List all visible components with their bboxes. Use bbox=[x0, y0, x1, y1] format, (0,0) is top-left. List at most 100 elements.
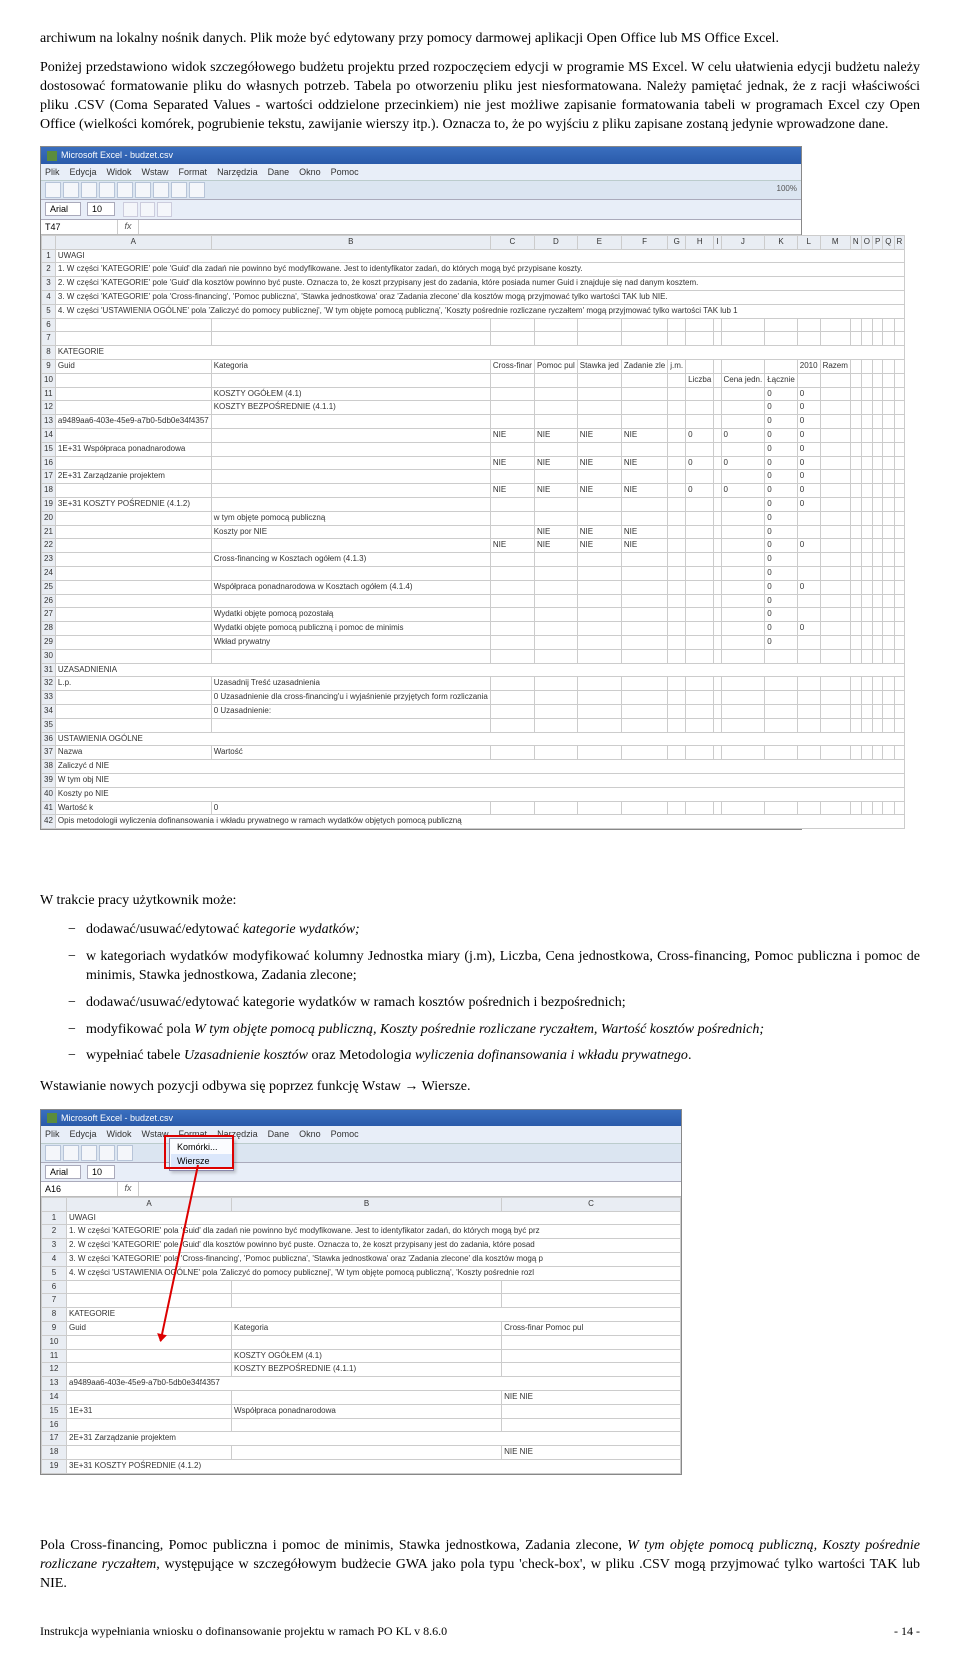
name-box: T47 bbox=[41, 220, 118, 234]
cell bbox=[686, 580, 714, 594]
table-row: 16NIENIENIENIE0000 bbox=[42, 456, 905, 470]
cell bbox=[211, 718, 490, 732]
cell bbox=[714, 511, 721, 525]
tb-cut-icon bbox=[117, 182, 133, 198]
cell: Koszty por NIE bbox=[211, 525, 490, 539]
cell bbox=[850, 539, 861, 553]
cell bbox=[714, 801, 721, 815]
font-name: Arial bbox=[45, 1165, 81, 1179]
cell: 0 bbox=[765, 608, 798, 622]
zoom-value: 100% bbox=[777, 184, 797, 195]
cell bbox=[721, 718, 765, 732]
cell bbox=[686, 691, 714, 705]
cell bbox=[861, 567, 872, 581]
cell bbox=[621, 677, 667, 691]
cell bbox=[894, 318, 905, 332]
menu-widok: Widok bbox=[107, 1128, 132, 1140]
table-row: 30 bbox=[42, 649, 905, 663]
table-row: 172E+31 Zarządzanie projektem bbox=[42, 1432, 681, 1446]
cell bbox=[820, 677, 850, 691]
row-head: 13 bbox=[42, 1377, 67, 1391]
table-row: 43. W części 'KATEGORIE' pola 'Cross-fin… bbox=[42, 1253, 681, 1267]
cell: 0 bbox=[765, 511, 798, 525]
cell bbox=[577, 649, 621, 663]
cell bbox=[686, 498, 714, 512]
row-head: 26 bbox=[42, 594, 56, 608]
col-head: G bbox=[668, 235, 686, 249]
cell bbox=[534, 677, 577, 691]
excel-screenshot-2: Microsoft Excel - budzet.csv PlikEdycjaW… bbox=[40, 1109, 682, 1475]
cell: Wydatki objęte pomocą publiczną i pomoc … bbox=[211, 622, 490, 636]
cell: 0 bbox=[797, 415, 820, 429]
cell bbox=[721, 580, 765, 594]
row-head: 20 bbox=[42, 511, 56, 525]
cell: 0 Uzasadnienie dla cross-financing'u i w… bbox=[211, 691, 490, 705]
col-head: P bbox=[872, 235, 882, 249]
cell bbox=[714, 704, 721, 718]
cell bbox=[872, 498, 882, 512]
cell bbox=[686, 718, 714, 732]
table-row: 41Wartość k0 bbox=[42, 801, 905, 815]
cell: NIE NIE bbox=[502, 1390, 681, 1404]
cell bbox=[490, 580, 534, 594]
cell bbox=[721, 677, 765, 691]
table-row: 31UZASADNIENIA bbox=[42, 663, 905, 677]
cell bbox=[490, 567, 534, 581]
cell bbox=[686, 511, 714, 525]
row-head: 8 bbox=[42, 1308, 67, 1322]
cell bbox=[721, 622, 765, 636]
row-head: 7 bbox=[42, 332, 56, 346]
table-row: 32. W części 'KATEGORIE' pole 'Guid' dla… bbox=[42, 1239, 681, 1253]
cell bbox=[577, 608, 621, 622]
menu-wstaw: Wstaw bbox=[142, 166, 169, 178]
cell: 4. W części 'USTAWIENIA OGÓLNE' pola 'Za… bbox=[67, 1266, 681, 1280]
cell: NIE bbox=[490, 539, 534, 553]
cell bbox=[534, 691, 577, 705]
cell bbox=[534, 801, 577, 815]
cell bbox=[714, 649, 721, 663]
table-row: 38Zaliczyć d NIE bbox=[42, 760, 905, 774]
cell bbox=[765, 318, 798, 332]
cell bbox=[686, 401, 714, 415]
cell bbox=[67, 1446, 232, 1460]
col-head: A bbox=[55, 235, 211, 249]
cell bbox=[67, 1390, 232, 1404]
row-head: 11 bbox=[42, 1349, 67, 1363]
cell bbox=[883, 498, 894, 512]
cell: KATEGORIE bbox=[55, 346, 904, 360]
cell bbox=[714, 608, 721, 622]
cell bbox=[872, 470, 882, 484]
cell bbox=[861, 373, 872, 387]
col-head: C bbox=[502, 1197, 681, 1211]
cell bbox=[668, 470, 686, 484]
cell bbox=[490, 649, 534, 663]
cell bbox=[621, 332, 667, 346]
cell bbox=[534, 635, 577, 649]
cell bbox=[872, 387, 882, 401]
format-toolbar: Arial 10 bbox=[41, 1163, 681, 1182]
row-head: 1 bbox=[42, 1211, 67, 1225]
cell bbox=[883, 484, 894, 498]
cell bbox=[721, 608, 765, 622]
cell bbox=[686, 553, 714, 567]
cell bbox=[714, 580, 721, 594]
cell: 2. W części 'KATEGORIE' pole 'Guid' dla … bbox=[67, 1239, 681, 1253]
cell bbox=[797, 691, 820, 705]
table-row: 13a9489aa6-403e-45e9-a7b0-5db0e34f4357 bbox=[42, 1377, 681, 1391]
cell bbox=[67, 1349, 232, 1363]
cell bbox=[577, 318, 621, 332]
cell bbox=[820, 332, 850, 346]
cell bbox=[872, 401, 882, 415]
cell bbox=[872, 801, 882, 815]
cell bbox=[797, 373, 820, 387]
row-head: 4 bbox=[42, 1253, 67, 1267]
cell bbox=[721, 415, 765, 429]
cell bbox=[686, 594, 714, 608]
cell bbox=[55, 594, 211, 608]
spreadsheet-grid: ABC1UWAGI21. W części 'KATEGORIE' pola '… bbox=[41, 1197, 681, 1474]
cell bbox=[211, 442, 490, 456]
table-row: 10 bbox=[42, 1335, 681, 1349]
tb-copy-icon bbox=[135, 182, 151, 198]
table-row: 151E+31 Współpraca ponadnarodowa00 bbox=[42, 442, 905, 456]
table-row: 21Koszty por NIENIENIENIE0 bbox=[42, 525, 905, 539]
